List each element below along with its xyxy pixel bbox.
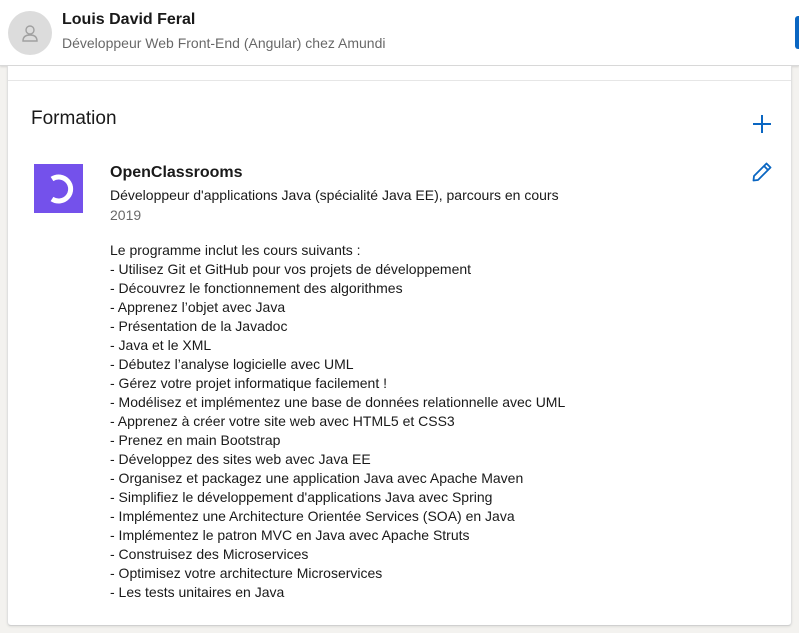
- card-divider: [8, 80, 791, 81]
- description-line: - Présentation de la Javadoc: [110, 318, 288, 334]
- pencil-icon: [752, 162, 772, 182]
- description-line: - Simplifiez le développement d'applicat…: [110, 489, 493, 505]
- description-line: - Implémentez le patron MVC en Java avec…: [110, 527, 470, 543]
- description-line: - Optimisez votre architecture Microserv…: [110, 565, 383, 581]
- add-education-button[interactable]: [749, 111, 775, 137]
- degree: Développeur d'applications Java (spécial…: [110, 187, 559, 203]
- description-line: - Prenez en main Bootstrap: [110, 432, 281, 448]
- header-action-button[interactable]: [795, 16, 799, 49]
- description-line: - Apprenez l’objet avec Java: [110, 299, 286, 315]
- description-line: - Développez des sites web avec Java EE: [110, 451, 371, 467]
- profile-name: Louis David Feral: [62, 11, 196, 28]
- education-description: Le programme inclut les cours suivants :…: [110, 241, 750, 602]
- person-icon: [22, 25, 38, 42]
- openclassrooms-logo[interactable]: [34, 164, 83, 213]
- description-line: - Organisez et packagez une application …: [110, 470, 524, 486]
- description-line: - Modélisez et implémentez une base de d…: [110, 394, 566, 410]
- description-line: - Gérez votre projet informatique facile…: [110, 375, 388, 391]
- description-line: - Découvrez le fonctionnement des algori…: [110, 280, 403, 296]
- description-line: - Construisez des Microservices: [110, 546, 309, 562]
- description-line: - Implémentez une Architecture Orientée …: [110, 508, 515, 524]
- description-line: - Java et le XML: [110, 337, 212, 353]
- profile-headline: Développeur Web Front-End (Angular) chez…: [62, 35, 386, 51]
- profile-sticky-header: Louis David Feral Développeur Web Front-…: [0, 0, 799, 66]
- description-line: Le programme inclut les cours suivants :: [110, 242, 361, 258]
- description-line: - Débutez l’analyse logicielle avec UML: [110, 356, 354, 372]
- description-line: - Apprenez à créer votre site web avec H…: [110, 413, 455, 429]
- avatar[interactable]: [8, 11, 52, 55]
- openclassrooms-logo-mark: [50, 174, 73, 203]
- plus-icon: [753, 115, 771, 133]
- description-line: - Les tests unitaires en Java: [110, 584, 285, 600]
- school-name[interactable]: OpenClassrooms: [110, 164, 242, 182]
- education-section: Formation OpenClassrooms Développeur d'a…: [7, 66, 792, 626]
- section-title: Formation: [31, 108, 117, 129]
- edit-education-button[interactable]: [749, 159, 775, 185]
- description-line: - Utilisez Git et GitHub pour vos projet…: [110, 261, 472, 277]
- education-dates: 2019: [110, 207, 142, 223]
